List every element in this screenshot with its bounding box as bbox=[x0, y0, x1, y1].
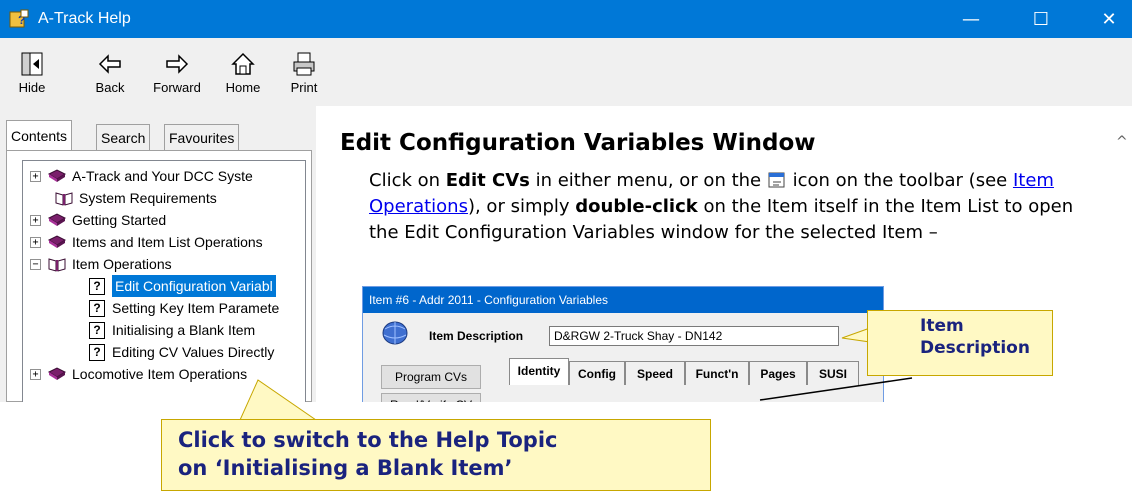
callout-text: Click to switch to the Help Topic bbox=[178, 428, 558, 452]
item-description-callout: Item Description bbox=[867, 310, 1053, 376]
switch-topic-callout: Click to switch to the Help Topic on ‘In… bbox=[161, 419, 711, 491]
callout-pointers bbox=[239, 327, 913, 421]
callout-text: Description bbox=[920, 338, 1030, 358]
item-description-pointer bbox=[841, 327, 871, 343]
callout-text: Item bbox=[920, 316, 964, 336]
tab-pointer-line bbox=[759, 377, 913, 401]
callout-text: on ‘Initialising a Blank Item’ bbox=[178, 456, 513, 480]
switch-topic-pointer bbox=[239, 379, 318, 421]
